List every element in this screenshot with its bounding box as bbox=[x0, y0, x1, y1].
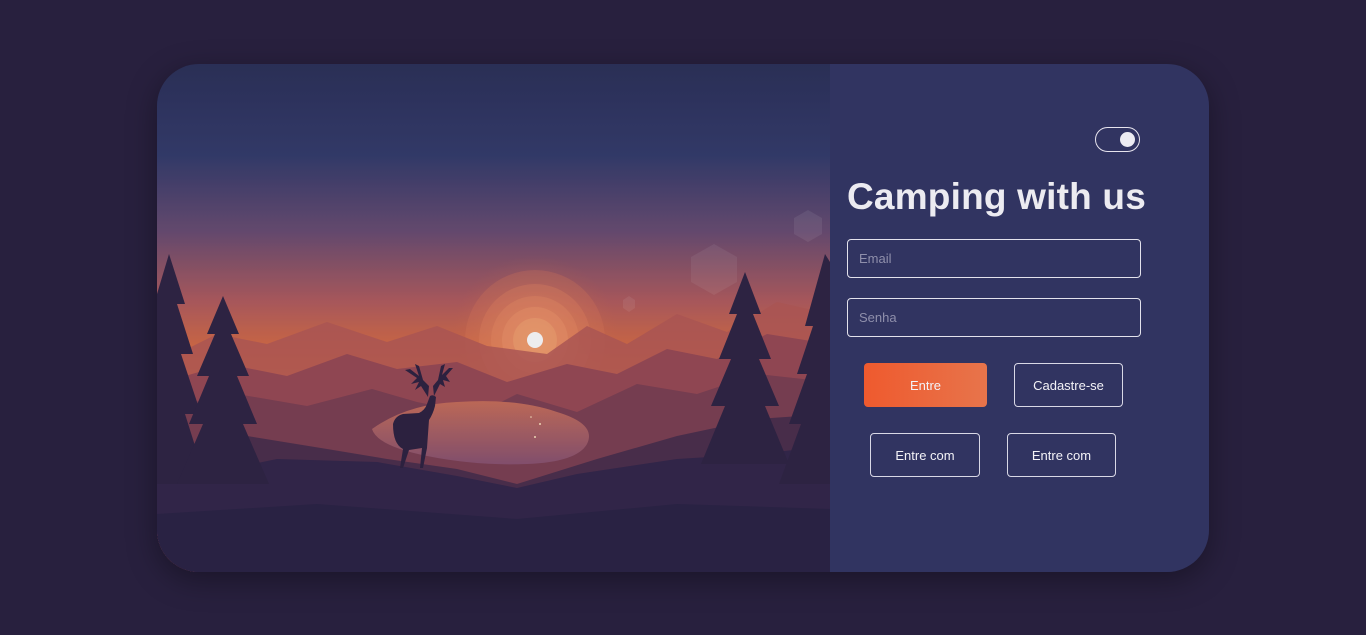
theme-toggle[interactable] bbox=[1095, 127, 1140, 152]
password-input[interactable] bbox=[847, 298, 1141, 337]
signup-button[interactable]: Cadastre-se bbox=[1014, 363, 1123, 407]
login-card: Camping with us Entre Cadastre-se Entre … bbox=[157, 64, 1209, 572]
email-input[interactable] bbox=[847, 239, 1141, 278]
social-login-button-1[interactable]: Entre com bbox=[870, 433, 980, 477]
login-panel: Camping with us Entre Cadastre-se Entre … bbox=[830, 64, 1209, 572]
page-title: Camping with us bbox=[847, 176, 1146, 217]
login-button[interactable]: Entre bbox=[864, 363, 987, 407]
toggle-knob bbox=[1120, 131, 1135, 147]
social-login-button-2[interactable]: Entre com bbox=[1007, 433, 1116, 477]
landscape-illustration bbox=[157, 64, 830, 572]
